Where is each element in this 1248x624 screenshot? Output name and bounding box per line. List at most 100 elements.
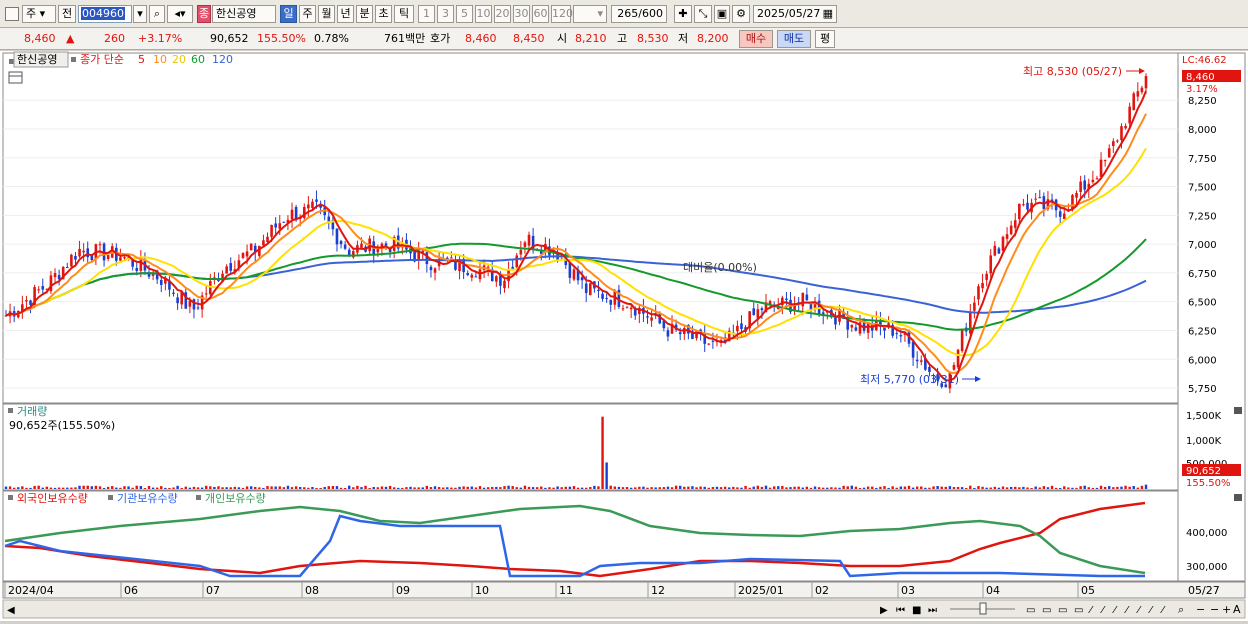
layout-icon-2[interactable]: ▭	[1042, 605, 1051, 616]
layout-icon-3[interactable]: ▭	[1058, 605, 1067, 616]
prev-button[interactable]: 전	[58, 5, 76, 23]
period-select[interactable]: 주 ▾	[22, 5, 56, 23]
volume-bar	[613, 486, 617, 489]
volume-bar	[127, 486, 130, 489]
speaker-icon[interactable]: ◂▾	[167, 5, 193, 23]
candle-body	[605, 298, 608, 300]
rewind-icon[interactable]: ⏮	[896, 605, 905, 616]
zoom-in-icon[interactable]: +	[1222, 603, 1231, 616]
minute-3[interactable]: 3	[437, 5, 454, 23]
volume-bar	[854, 486, 858, 489]
volume-bar	[286, 485, 290, 489]
volume-bar	[233, 486, 237, 489]
magnifier-icon[interactable]: ⌕	[1178, 603, 1184, 616]
x-axis-right-label: 05/27	[1188, 584, 1220, 597]
legend-marker-2	[71, 57, 76, 62]
volume-bar	[307, 487, 310, 489]
layout-icon-1[interactable]: ▭	[1026, 605, 1035, 616]
volume-bar	[466, 486, 469, 489]
avg-button[interactable]: 평	[815, 30, 835, 48]
candle-body	[1075, 193, 1078, 198]
volume-bar	[454, 487, 457, 489]
interval-second[interactable]: 초	[375, 5, 392, 23]
interval-day[interactable]: 일	[280, 5, 297, 23]
flow-panel-close-icon[interactable]	[1234, 494, 1242, 501]
interval-year[interactable]: 년	[337, 5, 354, 23]
low-annotation: 최저 5,770 (03/31)	[860, 373, 959, 386]
interval-month[interactable]: 월	[318, 5, 335, 23]
flow-legend-marker	[8, 495, 13, 500]
crosshair-icon[interactable]: ✚	[674, 5, 692, 23]
scroll-right-icon[interactable]: ▶	[880, 605, 888, 616]
candle-body	[785, 298, 788, 301]
code-dropdown-button[interactable]: ▾	[133, 5, 147, 23]
minute-1[interactable]: 1	[418, 5, 435, 23]
volume-tick-2: 1,000K	[1186, 436, 1222, 447]
count-field[interactable]: 265/600	[611, 5, 667, 23]
volume-bar	[965, 487, 968, 489]
legend-ma5: 5	[138, 53, 145, 66]
forward-icon[interactable]: ⏭	[928, 605, 937, 616]
volume-bar	[1120, 486, 1123, 489]
stock-name-field[interactable]: 한신공영	[212, 5, 276, 23]
minute-10[interactable]: 10	[475, 5, 492, 23]
interval-tick[interactable]: 틱	[394, 5, 414, 23]
volume-bar	[768, 487, 772, 489]
gear-icon[interactable]: ⚙	[732, 5, 750, 23]
minute-30[interactable]: 30	[513, 5, 530, 23]
candle-body	[1013, 220, 1017, 228]
candle-body	[470, 274, 474, 278]
volume-bar	[1132, 486, 1135, 489]
stock-code-input[interactable]: 004960	[78, 5, 132, 23]
minute-120[interactable]: 120	[551, 5, 573, 23]
volume-bar	[115, 487, 118, 489]
layout-icon-4[interactable]: ▭	[1074, 605, 1083, 616]
date-field[interactable]: 2025/05/27 ▦	[753, 5, 837, 23]
font-size-icon[interactable]: A	[1233, 603, 1241, 616]
minute-5[interactable]: 5	[456, 5, 473, 23]
candle-body	[740, 323, 743, 330]
search-icon[interactable]: ⌕	[149, 5, 165, 23]
pattern-icon[interactable]: ⤡	[694, 5, 712, 23]
volume-bar	[662, 487, 666, 489]
interval-minute[interactable]: 분	[356, 5, 373, 23]
sell-button[interactable]: 매도	[777, 30, 811, 48]
table-icon[interactable]	[8, 71, 23, 84]
volume-bar	[511, 486, 514, 489]
volume-bar	[760, 486, 764, 489]
minute-60[interactable]: 60	[532, 5, 549, 23]
candle-body	[262, 240, 265, 246]
scroll-left-icon[interactable]: ◀	[7, 605, 15, 616]
window-menu-icon[interactable]	[5, 7, 19, 21]
candle-body	[1103, 160, 1107, 162]
volume-bar	[433, 486, 437, 489]
volume-bar	[151, 487, 155, 489]
custom-interval-select[interactable]: ▾	[573, 5, 607, 23]
minute-20[interactable]: 20	[494, 5, 511, 23]
volume-bar	[237, 487, 241, 489]
candle-body	[503, 280, 506, 289]
stop-icon[interactable]: ■	[912, 605, 921, 616]
volume-bar	[748, 487, 751, 489]
candle-body	[960, 330, 964, 352]
interval-week[interactable]: 주	[299, 5, 316, 23]
zoom-out-icon[interactable]: −	[1196, 603, 1205, 616]
volume-bar	[789, 487, 792, 489]
save-icon[interactable]: ▣	[714, 5, 730, 23]
zoom-slider-handle[interactable]	[979, 602, 987, 615]
volume-bar	[646, 487, 649, 489]
reset-icon[interactable]: −	[1210, 603, 1219, 616]
price-tick-label: 6,250	[1188, 326, 1217, 337]
buy-button[interactable]: 매수	[739, 30, 773, 48]
candle-body	[1107, 148, 1111, 158]
volume-bar	[229, 487, 232, 489]
volume-bar	[531, 487, 535, 489]
volume-bar	[1009, 486, 1013, 489]
volume-panel-close-icon[interactable]	[1234, 407, 1242, 414]
calendar-icon[interactable]: ▦	[823, 6, 833, 22]
candle-body	[347, 249, 351, 255]
candle-body	[474, 276, 478, 278]
volume-bar	[523, 485, 527, 489]
price-tick-label: 7,500	[1188, 183, 1217, 194]
volume-bar	[168, 487, 171, 489]
